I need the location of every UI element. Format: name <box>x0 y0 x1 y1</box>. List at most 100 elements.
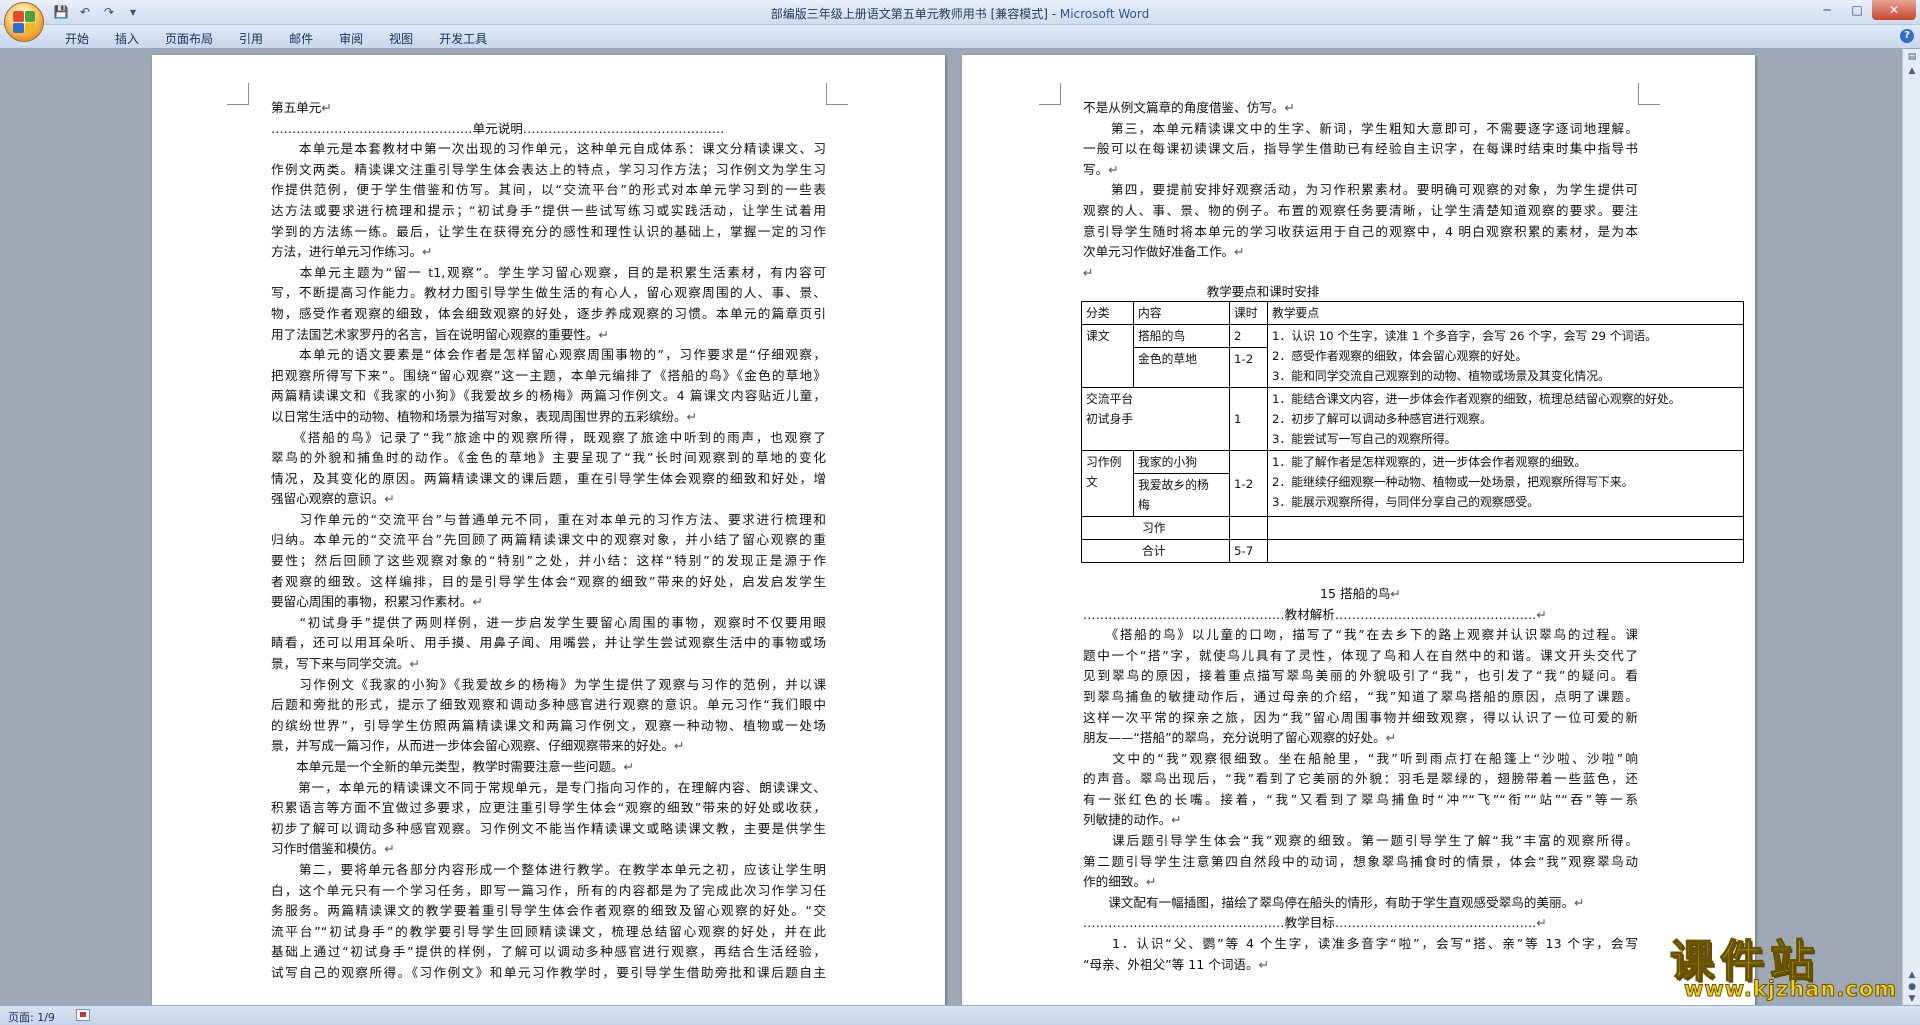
teaching-point: 1．认识 10 个生字，读准 1 个多音字，会写 26 个字，会写 29 个词语… <box>1272 329 1657 344</box>
paragraph-mark-icon: ↵ <box>1284 100 1296 115</box>
line-text: 写，不断提高习作能力。教材力图引导学生做生活的有心人，留心观察周围的人、事、景、 <box>271 285 826 301</box>
category-line: 交流平台 <box>1086 392 1134 407</box>
line-text: 翠鸟的外貌和捕鱼时的动作。《金色的草地》主要呈现了“我”长时间观察到的草地的变化 <box>271 450 826 466</box>
text-line: 有一张红色的长嘴。接着，“我”又看到了翠鸟捕鱼时“冲”“飞”“衔”“站”“吞”等… <box>1083 790 1638 811</box>
text-line: 次单元习作做好准备工作。↵ <box>1083 242 1638 263</box>
category-line: 习作例 <box>1086 455 1122 470</box>
left-page-text: 第五单元↵ …………………………………………单元说明……………………………………… <box>271 98 826 984</box>
line-text: 课后题引导学生体会“我”观察的细致。第一题引导学生了解“我”丰富的观察所得。 <box>1083 833 1638 849</box>
tab-3[interactable]: 引用 <box>226 28 276 49</box>
margin-mark <box>1039 83 1061 105</box>
page-right[interactable]: 不是从例文篇章的角度借鉴、仿写。↵ 第三，本单元精读课文中的生字、新词，学生粗知… <box>962 55 1755 1005</box>
maximize-button[interactable]: □ <box>1842 0 1872 20</box>
text-line: 课后题引导学生体会“我”观察的细致。第一题引导学生了解“我”丰富的观察所得。 <box>1083 831 1638 852</box>
text-line: 翠鸟的外貌和捕鱼时的动作。《金色的草地》主要呈现了“我”长时间观察到的草地的变化 <box>271 448 826 469</box>
close-button[interactable]: ✕ <box>1872 0 1916 20</box>
content-cell: 我爱故乡的杨 梅 <box>1133 473 1230 518</box>
text-line: 文中的“我”观察很细致。坐在船舱里，“我”听到雨点打在船篷上“沙啦、沙啦”响 <box>1083 749 1638 770</box>
paragraph-mark-icon: ↵ <box>472 594 484 610</box>
line-text: 第五单元 <box>271 100 322 115</box>
text-line: 积累语言等方面不宜做过多要求，应更注重引导学生体会“观察的细致”带来的好处或收获… <box>271 798 826 819</box>
category-line: 初试身手 <box>1086 412 1134 427</box>
text-line: 后题和旁批的形式，提示了细致观察和调动多种感官进行观察的意识。单元习作“我们眼中 <box>271 695 826 716</box>
text-line: 把观察所得写下来”。围绕“留心观察”这一主题，本单元编排了《搭船的鸟》《金色的草… <box>271 366 826 387</box>
line-text: 本单元是一个全新的单元类型，教学时需要注意一些问题。 <box>271 759 624 774</box>
text-line: 作的细致。↵ <box>1083 872 1638 893</box>
line-text: 的缤纷世界”，引导学生仿照两篇精读课文和两篇习作例文，观察一种动物、植物或一处场 <box>271 717 826 733</box>
text-line: 归纳。本单元的“交流平台”先回顾了两篇精读课文中的观察对象，并小结了留心观察的重 <box>271 530 826 551</box>
tab-6[interactable]: 视图 <box>376 28 426 49</box>
line-text: 要性；然后回顾了这些观察对象的“特别”之处，并小结：这样“特别”的发现正是源于作 <box>271 553 826 569</box>
page-left[interactable]: 第五单元↵ …………………………………………单元说明……………………………………… <box>152 55 945 1005</box>
text-line: 观察的人、事、景、物的例子。布置的观察任务要清晰，让学生清楚知道观察的要求。要注 <box>1083 201 1638 222</box>
help-icon[interactable]: ? <box>1900 29 1914 43</box>
tab-7[interactable]: 开发工具 <box>426 28 500 49</box>
tab-4[interactable]: 邮件 <box>276 28 326 49</box>
text-line: 的声音。翠鸟出现后，“我”看到了它美丽的外貌：羽毛是翠绿的，翅膀带着一些蓝色，还 <box>1083 769 1638 790</box>
scroll-up-icon[interactable]: ▲ <box>1905 65 1919 77</box>
teaching-point: 1．能了解作者是怎样观察的，进一步体会作者观察的细致。 <box>1272 455 1587 470</box>
text-line: …………………………………………教学目标…………………………………………↵ <box>1083 913 1638 934</box>
paragraph-mark-icon: ↵ <box>384 491 395 507</box>
line-text: 列敏捷的动作。 <box>1083 812 1172 828</box>
document-area[interactable]: 第五单元↵ …………………………………………单元说明……………………………………… <box>0 49 1902 1005</box>
line-text: 作提供范例，便于学生借鉴和仿写。其间，以“交流平台”的形式对本单元学习到的一些表 <box>271 182 826 198</box>
title-bar: 💾 ↶ ↷ ▾ 部编版三年级上册语文第五单元教师用书 [兼容模式] - Micr… <box>0 0 1920 25</box>
tab-0[interactable]: 开始 <box>52 28 102 49</box>
margin-mark <box>1638 83 1660 105</box>
content-cell: 金色的草地 <box>1133 347 1230 389</box>
line-text: 后题和旁批的形式，提示了细致观察和调动多种感官进行观察的意识。单元习作“我们眼中 <box>271 697 826 713</box>
watermark-logo: 课件站 www.kjzhan.com <box>1669 925 1910 1005</box>
text-line: 景，并写成一篇习作，从而进一步体会留心观察、仔细观察带来的好处。↵ <box>271 736 826 757</box>
text-line: 作提供范例，便于学生借鉴和仿写。其间，以“交流平台”的形式对本单元学习到的一些表 <box>271 180 826 201</box>
paragraph-mark-icon: ↵ <box>1574 894 1585 910</box>
hours-cell: 5-7 <box>1229 539 1268 564</box>
page-number-indicator[interactable]: 页面: 1/9 <box>8 1009 55 1025</box>
paragraph-mark-icon: ↵ <box>598 326 609 342</box>
minimize-button[interactable]: ─ <box>1812 0 1842 20</box>
office-button[interactable] <box>4 2 44 42</box>
line-text: 本单元主题为“留一 t1,观察”。学生学习留心观察，目的是积累生活素材，有内容可 <box>271 264 826 280</box>
line-text: 《搭船的鸟》以儿童的口吻，描写了“我”在去乡下的路上观察并认识翠鸟的过程。课 <box>1083 627 1638 643</box>
vertical-scrollbar[interactable]: ▤ ▲ ▲ ● ▼ <box>1902 49 1920 1005</box>
text-line: 到翠鸟捕鱼的敏捷动作后，通过母亲的介绍，“我”知道了翠鸟搭船的原因，点明了课题。 <box>1083 687 1638 708</box>
line-text: 习作例文《我家的小狗》《我爱故乡的杨梅》为学生提供了观察与习作的范例，并以课 <box>271 676 826 692</box>
app-name: Microsoft Word <box>1059 7 1150 21</box>
text-line: 写，不断提高习作能力。教材力图引导学生做生活的有心人，留心观察周围的人、事、景、 <box>271 283 826 304</box>
line-text: 两篇精读课文和《我家的小狗》《我爱故乡的杨梅》两篇习作例文。4 篇课文内容贴近儿… <box>271 388 826 404</box>
watermark-url: www.kjzhan.com <box>1683 977 1898 1002</box>
line-text: 的声音。翠鸟出现后，“我”看到了它美丽的外貌：羽毛是翠绿的，翅膀带着一些蓝色，还 <box>1083 771 1638 787</box>
paragraph-mark-icon: ↵ <box>409 656 421 672</box>
tab-1[interactable]: 插入 <box>102 28 152 49</box>
line-text: 基础上通过“初试身手”提供的样例，了解可以调动多种感官进行观察，再结合生活经验， <box>271 944 826 960</box>
text-line: 物，感受作者观察的细致，体会细致观察的好处，逐步养成观察的习惯。本单元的篇章页引 <box>271 304 826 325</box>
text-line: “初试身手”提供了两则样例，进一步启发学生要留心周围的事物，观察时不仅要用眼 <box>271 613 826 634</box>
text-line: 15 搭船的鸟↵ <box>1083 584 1638 605</box>
line-text: 学到的方法练一练。最后，让学生在获得充分的感性和理性认识的基础上，掌握一定的习作 <box>271 223 826 239</box>
text-line: 白，这个单元只有一个学习任务，即写一篇习作，所有的内容都是为了完成此次习作学习任 <box>271 881 826 902</box>
line-text: …………………………………………教学目标………………………………………… <box>1083 915 1537 931</box>
text-line <box>1083 563 1638 584</box>
text-line: ↵ <box>1083 263 1638 284</box>
teaching-point: 3．能尝试写一写自己的观察所得。 <box>1272 432 1457 447</box>
line-text: 初步了解可以调动多种感官观察。习作例文不能当作精读课文或略读课文教，主要是供学生 <box>271 820 826 836</box>
points-cell: 1．能了解作者是怎样观察的，进一步体会作者观察的细致。 2．能继续仔细观察一种动… <box>1267 450 1744 518</box>
teaching-point: 2．感受作者观察的细致，体会留心观察的好处。 <box>1272 349 1528 364</box>
line-text: 景，并写成一篇习作，从而进一步体会留心观察、仔细观察带来的好处。 <box>271 738 674 754</box>
text-line: 不是从例文篇章的角度借鉴、仿写。↵ <box>1083 98 1638 119</box>
tab-2[interactable]: 页面布局 <box>152 28 226 49</box>
line-text: 写。 <box>1083 161 1109 177</box>
text-line: 见到翠鸟的原因，接着重点描写翠鸟美丽的外貌吸引了“我”，也引发了“我”的疑问。看 <box>1083 666 1638 687</box>
ruler-toggle-icon[interactable]: ▤ <box>1905 51 1919 63</box>
text-line: 习作例文《我家的小狗》《我爱故乡的杨梅》为学生提供了观察与习作的范例，并以课 <box>271 675 826 696</box>
text-line: 第三，本单元精读课文中的生字、新词，学生粗知大意即可，不需要逐字逐词地理解。 <box>1083 119 1638 140</box>
category-line: 文 <box>1086 475 1098 490</box>
line-text: 不是从例文篇章的角度借鉴、仿写。 <box>1083 100 1285 115</box>
tab-5[interactable]: 审阅 <box>326 28 376 49</box>
text-line: 题中一个“搭”字，就使鸟儿具有了灵性，体现了鸟和人在自然中的和谐。课文开头交代了 <box>1083 646 1638 667</box>
text-line: 景，写下来与同学交流。↵ <box>271 654 826 675</box>
proofing-icon[interactable] <box>76 1009 90 1021</box>
text-line: 流平台”“初试身手”的教学要引导学生回顾精读课文，梳理总结留心观察的好处，并在此 <box>271 922 826 943</box>
text-line: 习作单元的“交流平台”与普通单元不同，重在对本单元的习作方法、要求进行梳理和 <box>271 510 826 531</box>
line-text: 意引导学生随时将本单元的学习收获运用于自己的观察中，4 明白观察积累的素材，是为… <box>1083 223 1638 239</box>
